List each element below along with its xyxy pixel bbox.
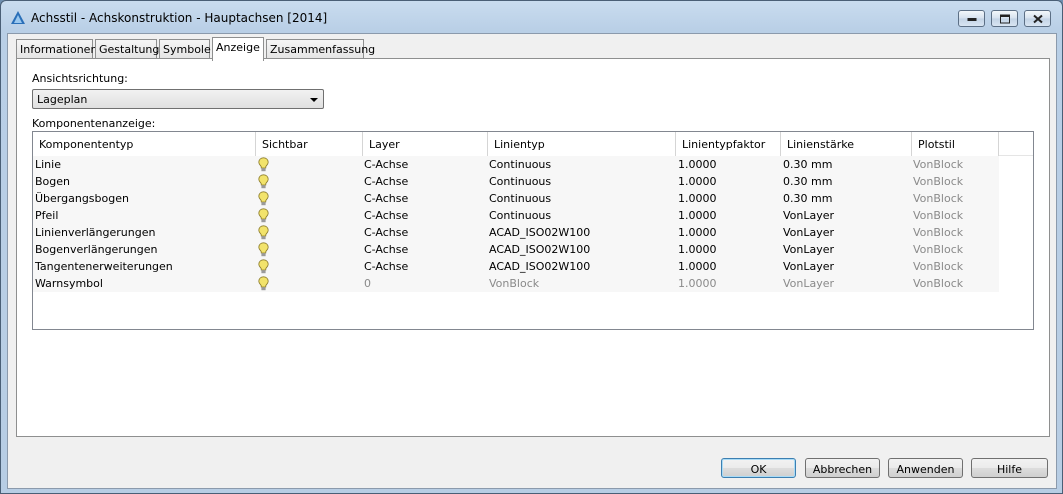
view-direction-dropdown[interactable]: Lageplan [32,89,324,109]
cell-linientyp[interactable]: ACAD_ISO02W100 [489,226,590,239]
view-direction-label: Ansichtsrichtung: [32,72,128,85]
chevron-down-icon [310,98,318,102]
cell-komponententyp: Bogen [35,175,70,188]
dialog-client-area: Informationen Gestaltung Symbole Anzeige… [7,33,1057,489]
table-row[interactable]: Tangentenerweiterungen C-Achse ACAD_ISO02W… [33,258,999,275]
maximize-icon [999,14,1010,23]
cell-linientypfaktor[interactable]: 1.0000 [678,158,717,171]
cell-komponententyp: Linie [35,158,61,171]
title-bar[interactable]: Achsstil - Achskonstruktion - Hauptachse… [1,1,1062,33]
cell-layer[interactable]: C-Achse [364,260,408,273]
cell-linienstaerke[interactable]: VonLayer [783,277,834,290]
cell-layer[interactable]: C-Achse [364,243,408,256]
cell-layer[interactable]: C-Achse [364,209,408,222]
cell-plotstil[interactable]: VonBlock [913,243,963,256]
col-header-layer[interactable]: Layer [363,132,488,156]
component-display-grid[interactable]: Komponententyp Sichtbar Layer Linientyp … [32,131,1034,330]
cell-linientyp[interactable]: ACAD_ISO02W100 [489,243,590,256]
lightbulb-icon[interactable] [258,191,269,206]
close-icon [1032,14,1043,23]
close-button[interactable] [1024,10,1051,27]
cell-layer[interactable]: 0 [364,277,371,290]
table-row[interactable]: Bogen C-Achse Continuous 1.0000 0.30 mm VonBl… [33,173,999,190]
lightbulb-icon[interactable] [258,276,269,291]
table-row[interactable]: Linie C-Achse Continuous 1.0000 0.30 mm VonBl… [33,156,999,173]
maximize-button[interactable] [991,10,1018,27]
table-row[interactable]: Warnsymbol 0 VonBlock 1.0000 VonLayer VonBloc… [33,275,999,292]
table-row[interactable]: Pfeil C-Achse Continuous 1.0000 VonLayer VonB… [33,207,999,224]
cell-komponententyp: Pfeil [35,209,59,222]
col-header-linienstaerke[interactable]: Linienstärke [781,132,912,156]
component-display-label: Komponentenanzeige: [32,117,156,130]
minimize-icon [967,17,976,21]
cell-layer[interactable]: C-Achse [364,158,408,171]
cancel-button[interactable]: Abbrechen [805,458,880,478]
cell-layer[interactable]: C-Achse [364,175,408,188]
cell-plotstil[interactable]: VonBlock [913,175,963,188]
tab-zusammenfassung[interactable]: Zusammenfassung [266,39,375,59]
col-header-sichtbar[interactable]: Sichtbar [256,132,363,156]
col-header-linientypfaktor[interactable]: Linientypfaktor [676,132,781,156]
lightbulb-icon[interactable] [258,225,269,240]
tab-gestaltung[interactable]: Gestaltung [95,39,159,59]
cell-komponententyp: Tangentenerweiterungen [35,260,173,273]
grid-header: Komponententyp Sichtbar Layer Linientyp … [33,132,1033,156]
col-header-linientyp[interactable]: Linientyp [488,132,676,156]
cell-plotstil[interactable]: VonBlock [913,209,963,222]
cell-plotstil[interactable]: VonBlock [913,158,963,171]
tab-panel-anzeige: Ansichtsrichtung: Lageplan Komponentenan… [16,58,1050,437]
cell-komponententyp: Bogenverlängerungen [35,243,158,256]
cell-layer[interactable]: C-Achse [364,226,408,239]
cell-plotstil[interactable]: VonBlock [913,260,963,273]
ok-button[interactable]: OK [721,458,796,478]
minimize-button[interactable] [958,10,985,27]
cell-komponententyp: Übergangsbogen [35,192,129,205]
lightbulb-icon[interactable] [258,174,269,189]
lightbulb-icon[interactable] [258,242,269,257]
cell-linientypfaktor[interactable]: 1.0000 [678,226,717,239]
window-title: Achsstil - Achskonstruktion - Hauptachse… [31,11,328,25]
cell-linientyp[interactable]: ACAD_ISO02W100 [489,260,590,273]
cell-linientyp[interactable]: Continuous [489,209,551,222]
table-row[interactable]: Linienverlängerungen C-Achse ACAD_ISO02W10… [33,224,999,241]
lightbulb-icon[interactable] [258,157,269,172]
lightbulb-icon[interactable] [258,208,269,223]
cell-linientypfaktor[interactable]: 1.0000 [678,209,717,222]
cell-plotstil[interactable]: VonBlock [913,277,963,290]
tab-informationen[interactable]: Informationen [16,39,97,59]
table-row[interactable]: Bogenverlängerungen C-Achse ACAD_ISO02W100… [33,241,999,258]
cell-komponententyp: Warnsymbol [35,277,103,290]
cell-linienstaerke[interactable]: 0.30 mm [783,192,832,205]
cell-linienstaerke[interactable]: VonLayer [783,226,834,239]
cell-linientypfaktor[interactable]: 1.0000 [678,175,717,188]
dialog-window: Achsstil - Achskonstruktion - Hauptachse… [0,0,1063,494]
cell-plotstil[interactable]: VonBlock [913,226,963,239]
cell-linienstaerke[interactable]: 0.30 mm [783,175,832,188]
apply-button[interactable]: Anwenden [888,458,963,478]
cell-linienstaerke[interactable]: VonLayer [783,260,834,273]
cell-linienstaerke[interactable]: VonLayer [783,209,834,222]
cell-plotstil[interactable]: VonBlock [913,192,963,205]
cell-linienstaerke[interactable]: 0.30 mm [783,158,832,171]
col-header-plotstil[interactable]: Plotstil [912,132,999,156]
cell-komponententyp: Linienverlängerungen [35,226,156,239]
col-header-komponententyp[interactable]: Komponententyp [33,132,256,156]
lightbulb-icon[interactable] [258,259,269,274]
cell-linientyp[interactable]: Continuous [489,175,551,188]
cell-layer[interactable]: C-Achse [364,192,408,205]
cell-linienstaerke[interactable]: VonLayer [783,243,834,256]
tab-symbole[interactable]: Symbole [159,39,211,59]
cell-linientypfaktor[interactable]: 1.0000 [678,260,717,273]
view-direction-value: Lageplan [37,93,88,106]
app-triangle-icon [11,11,25,24]
cell-linientypfaktor[interactable]: 1.0000 [678,192,717,205]
tab-anzeige[interactable]: Anzeige [212,37,264,61]
cell-linientyp[interactable]: VonBlock [489,277,539,290]
cell-linientyp[interactable]: Continuous [489,192,551,205]
cell-linientyp[interactable]: Continuous [489,158,551,171]
help-button[interactable]: Hilfe [971,458,1048,478]
cell-linientypfaktor[interactable]: 1.0000 [678,243,717,256]
cell-linientypfaktor[interactable]: 1.0000 [678,277,717,290]
table-row[interactable]: Übergangsbogen C-Achse Continuous 1.0000 0.3… [33,190,999,207]
